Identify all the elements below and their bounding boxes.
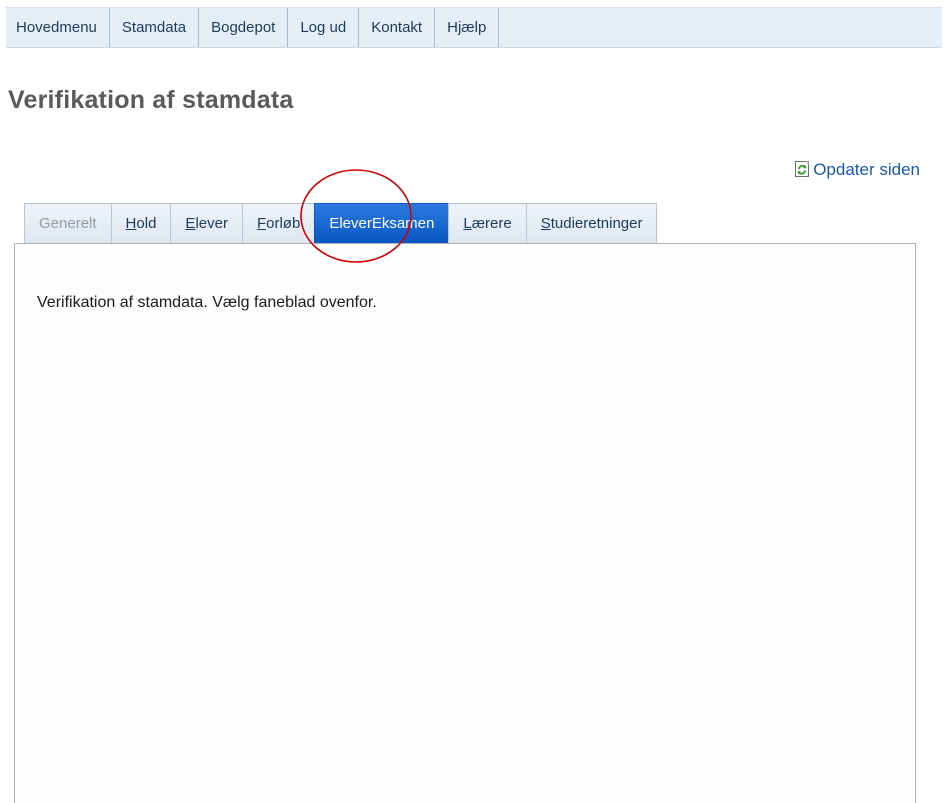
tab-forloeb-label: Forløb <box>256 215 301 232</box>
menu-item-hjaelp[interactable]: Hjælp <box>435 8 500 47</box>
menu-item-hovedmenu[interactable]: Hovedmenu <box>6 8 110 47</box>
instruction-text: Verifikation af stamdata. Vælg faneblad … <box>37 294 377 311</box>
page: Hovedmenu Stamdata Bogdepot Log ud Konta… <box>0 0 944 803</box>
tab-elever-label: Elever <box>185 215 228 232</box>
tab-forloeb[interactable]: Forløb <box>241 203 315 243</box>
refresh-label: Opdater siden <box>813 160 920 179</box>
menu-item-bogdepot[interactable]: Bogdepot <box>199 8 289 47</box>
tab-elevereksamen-label: EleverEksamen <box>329 215 435 232</box>
menu-item-stamdata[interactable]: Stamdata <box>110 8 200 47</box>
refresh-icon <box>794 159 812 178</box>
menu-item-log-ud[interactable]: Log ud <box>288 8 360 47</box>
tab-content-panel: Verifikation af stamdata. Vælg faneblad … <box>14 243 916 803</box>
top-menu-bar: Hovedmenu Stamdata Bogdepot Log ud Konta… <box>6 7 942 48</box>
tab-generelt: Generelt <box>24 203 111 243</box>
page-title: Verifikation af stamdata <box>8 86 294 114</box>
tab-elever[interactable]: Elever <box>170 203 242 243</box>
refresh-page-link[interactable]: Opdater siden <box>794 160 920 180</box>
tab-studieretninger[interactable]: Studieretninger <box>525 203 658 243</box>
tab-generelt-label: Generelt <box>39 215 97 232</box>
tab-bar: Generelt Hold Elever Forløb EleverEksame… <box>24 203 658 244</box>
tab-hold[interactable]: Hold <box>110 203 171 243</box>
tab-studieretninger-label: Studieretninger <box>540 215 643 232</box>
tab-hold-label: Hold <box>125 215 157 232</box>
tab-elevereksamen[interactable]: EleverEksamen <box>314 203 449 243</box>
tab-laerere[interactable]: Lærere <box>448 203 526 243</box>
menu-item-kontakt[interactable]: Kontakt <box>359 8 436 47</box>
tab-laerere-label: Lærere <box>463 215 512 232</box>
